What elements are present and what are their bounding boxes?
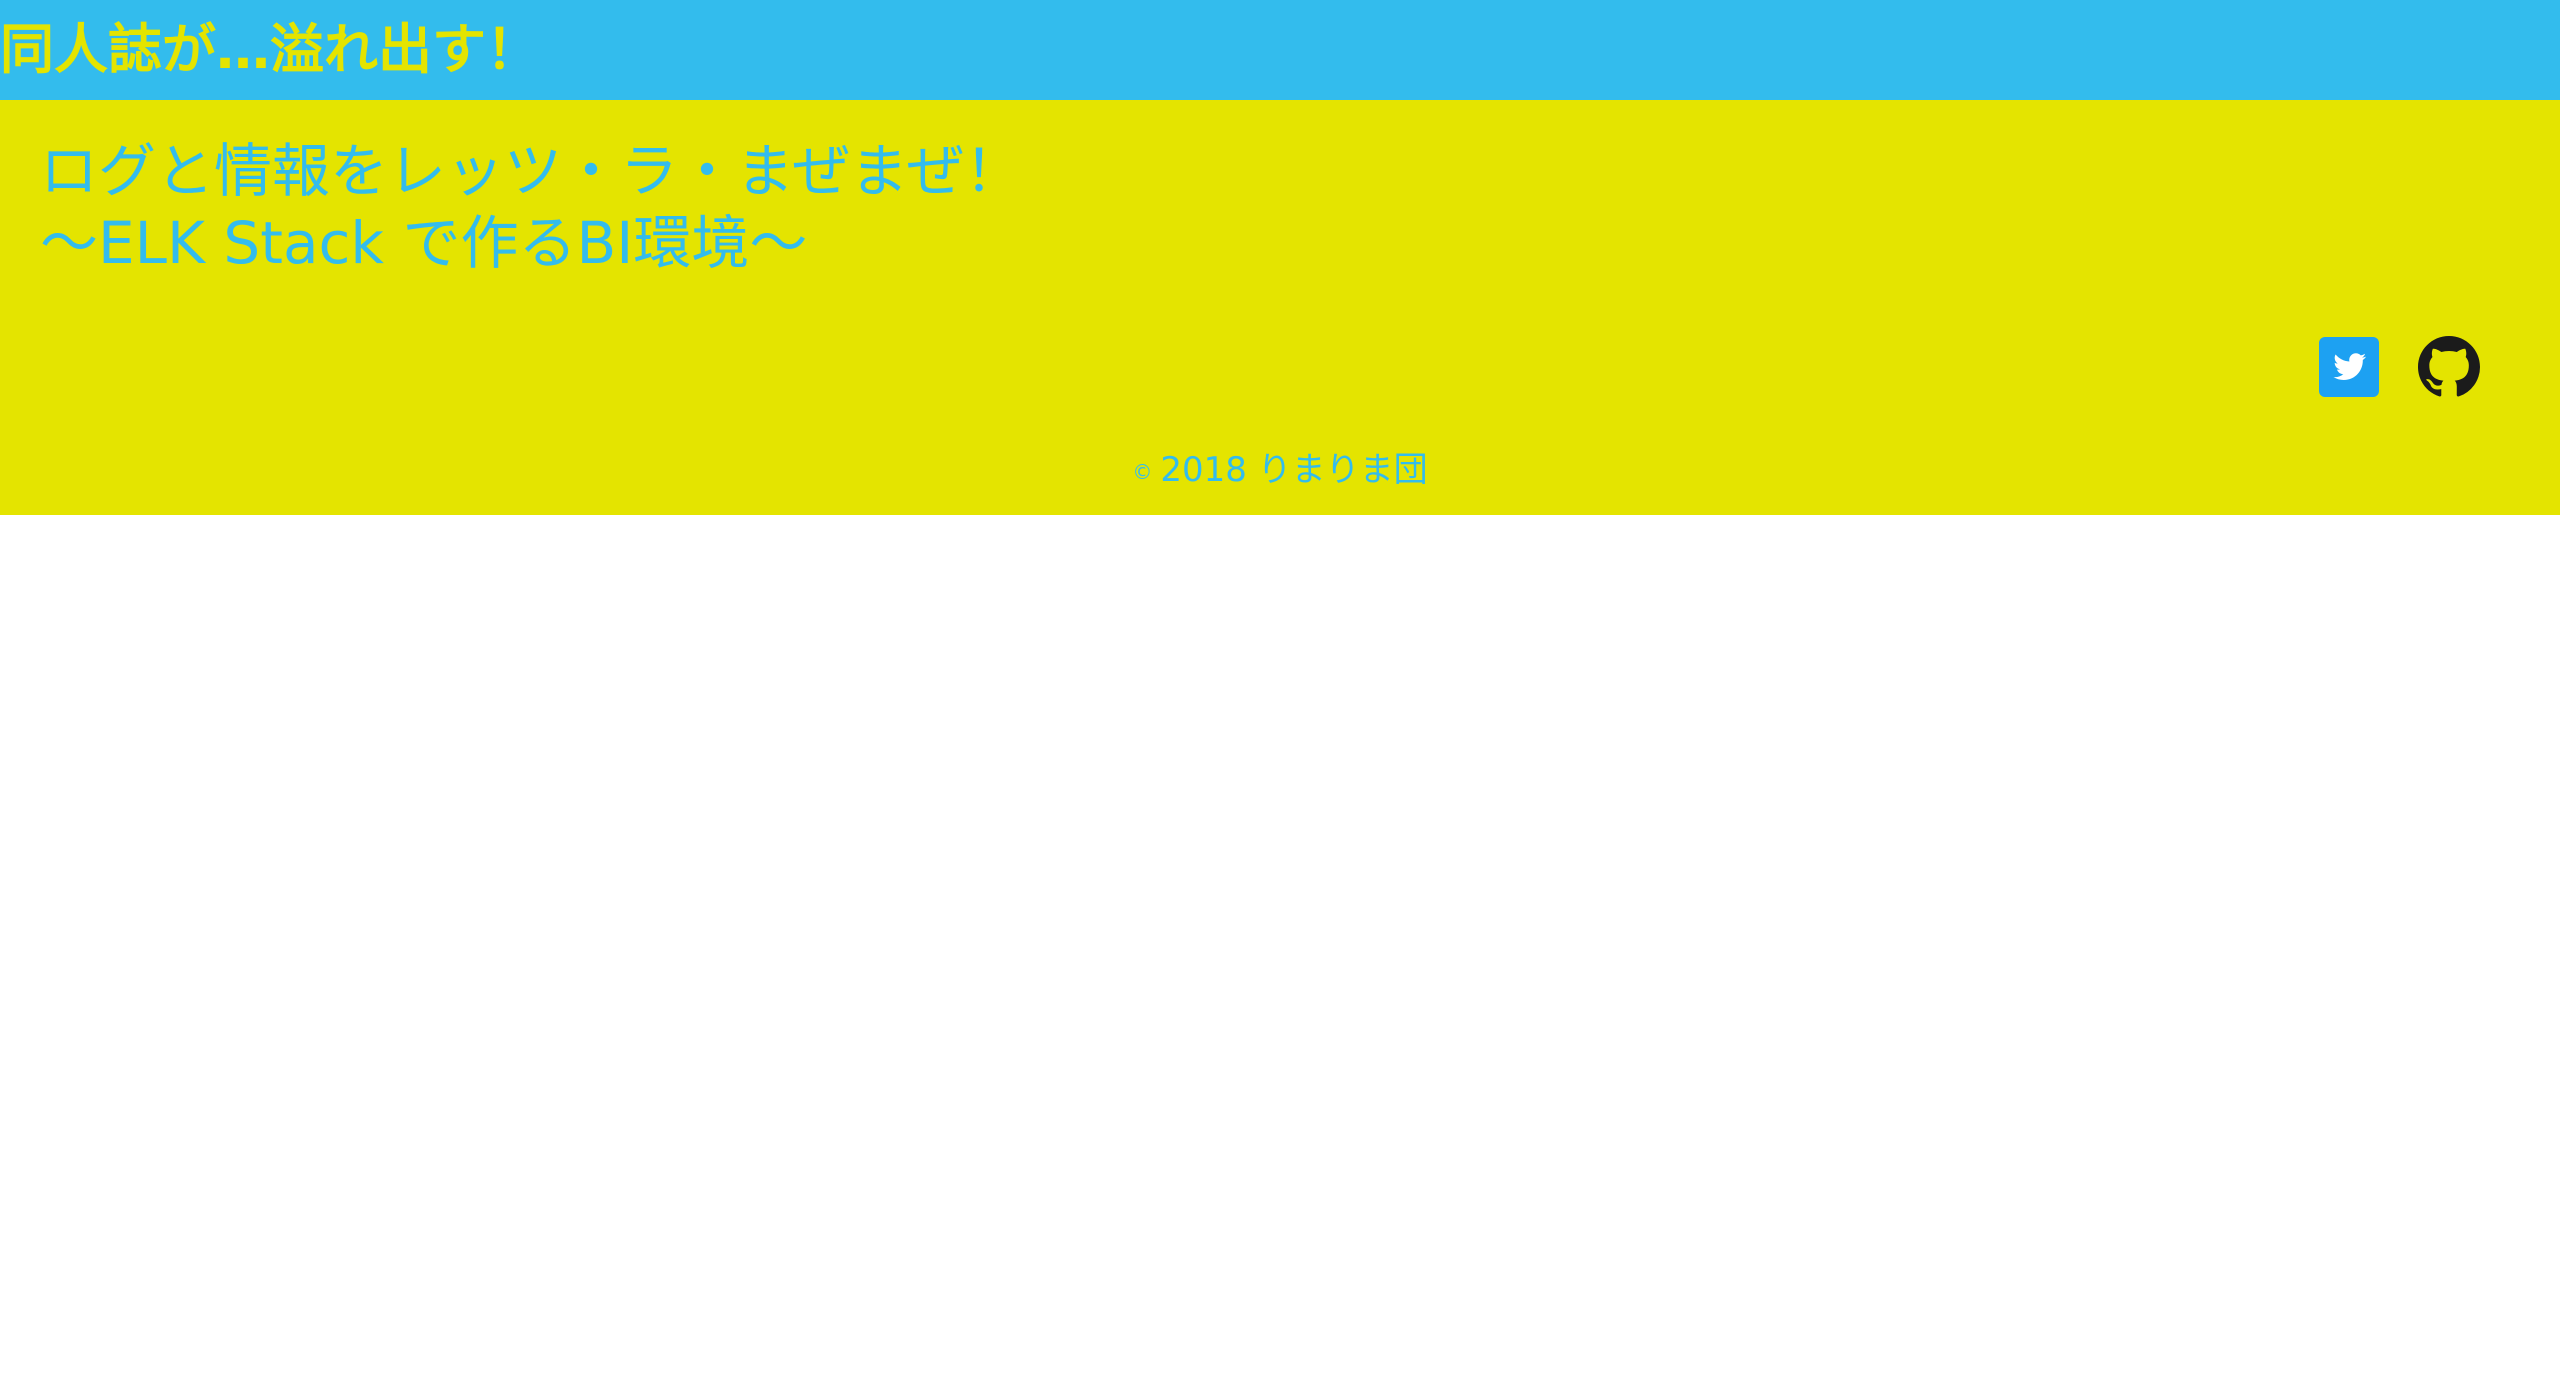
- main-banner: ログと情報をレッツ・ラ・まぜまぜ！ 〜ELK Stack で作るBI環境〜 © 2…: [0, 100, 2560, 515]
- github-link[interactable]: [2418, 336, 2480, 398]
- copyright: © 2018 りまりま団: [0, 448, 2560, 494]
- twitter-link[interactable]: [2319, 337, 2379, 397]
- book-title: ログと情報をレッツ・ラ・まぜまぜ！ 〜ELK Stack で作るBI環境〜: [40, 135, 1023, 279]
- site-header: 同人誌が…溢れ出す！: [0, 0, 2560, 100]
- twitter-icon: [2319, 337, 2379, 397]
- github-icon: [2418, 336, 2480, 397]
- copyright-mark: ©: [1132, 459, 1153, 484]
- book-title-line1: ログと情報をレッツ・ラ・まぜまぜ！: [40, 137, 1023, 205]
- book-title-line2: 〜ELK Stack で作るBI環境〜: [40, 209, 808, 277]
- copyright-text: 2018 りまりま団: [1160, 450, 1428, 490]
- site-title-link[interactable]: 同人誌が…溢れ出す！: [0, 18, 540, 82]
